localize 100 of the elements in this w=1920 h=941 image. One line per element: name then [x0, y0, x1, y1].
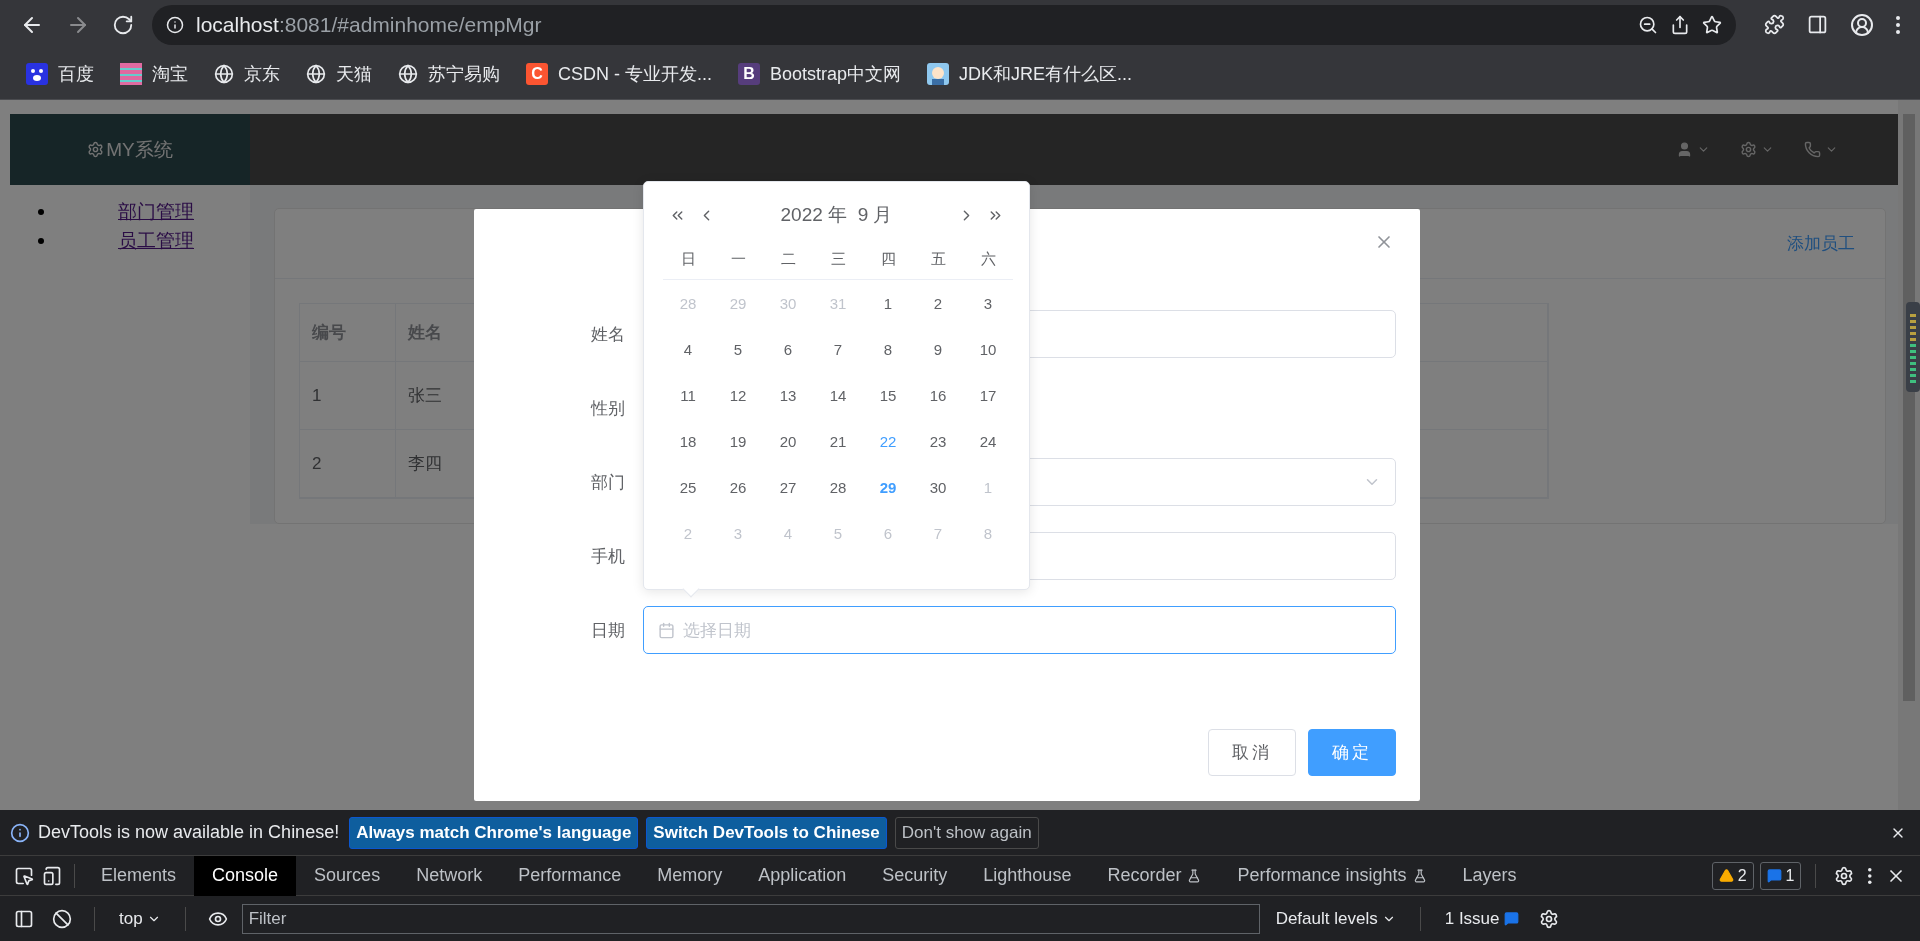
- bookmark-logo-icon: B: [738, 63, 760, 85]
- menu-icon: [1896, 15, 1900, 34]
- notice-button[interactable]: Switch DevTools to Chinese: [646, 816, 887, 849]
- month-title: 2022 年 9 月: [779, 203, 894, 227]
- placeholder-text: 选择日期: [683, 619, 751, 642]
- table-cell: 1: [300, 362, 396, 429]
- weekday-label: 日: [663, 234, 713, 280]
- devtools-tab[interactable]: Memory: [639, 855, 741, 896]
- bullet-dot: [38, 209, 44, 215]
- sidebar-link[interactable]: 员工管理: [118, 228, 194, 254]
- form-label: 日期: [590, 619, 626, 642]
- app-logo[interactable]: MY系统: [10, 114, 250, 185]
- messages-badge[interactable]: 1: [1759, 861, 1802, 890]
- gear-icon: [1740, 141, 1757, 158]
- context-dropdown[interactable]: top: [113, 907, 167, 930]
- info-icon: [166, 15, 184, 34]
- calendar-day[interactable]: 15: [863, 372, 913, 418]
- form-label: 部门: [590, 471, 626, 494]
- sidebar-icon: [14, 908, 34, 929]
- user-icon: [1850, 12, 1874, 37]
- placeholder-text: Filter: [248, 908, 287, 929]
- phone-menu-button[interactable]: [1804, 141, 1838, 158]
- filter-field[interactable]: Filter: [241, 903, 1260, 934]
- devtools-tab[interactable]: Recorder: [1089, 855, 1220, 896]
- devtools-tab[interactable]: Lighthouse: [965, 855, 1090, 896]
- notice-text: DevTools is now available in Chinese!: [38, 822, 340, 843]
- globe-icon: [214, 64, 234, 84]
- devtools-tab[interactable]: Layers: [1444, 855, 1535, 896]
- bookmark-link[interactable]: 淘宝: [110, 58, 198, 90]
- weekday-label: 三: [813, 234, 863, 280]
- user-icon: [1676, 141, 1693, 158]
- issues-button[interactable]: 1 Issue: [1438, 907, 1525, 930]
- flask-icon: [1412, 868, 1427, 883]
- message-icon: [1503, 911, 1519, 926]
- settings-icon: [1834, 865, 1855, 886]
- bookmark-link[interactable]: C CSDN - 专业开发...: [516, 58, 722, 90]
- levels-dropdown[interactable]: Default levels: [1269, 907, 1402, 930]
- cancel-button[interactable]: 取消: [1208, 729, 1296, 776]
- block-icon: [52, 908, 72, 929]
- calendar-day[interactable]: 11: [663, 372, 713, 418]
- weekday-label: 四: [863, 234, 913, 280]
- puzzle-icon: [1764, 14, 1785, 35]
- form-label: 姓名: [590, 323, 626, 346]
- pattern-logo-icon: [120, 63, 142, 85]
- globe-icon: [398, 64, 418, 84]
- devtools-tab[interactable]: Network: [398, 855, 501, 896]
- globe-icon: [306, 64, 326, 84]
- scrollbar[interactable]: [1898, 100, 1920, 810]
- notice-button[interactable]: Always match Chrome's language: [349, 816, 639, 849]
- devtools-tab[interactable]: Elements: [83, 855, 195, 896]
- weekday-label: 二: [763, 234, 813, 280]
- calendar-day[interactable]: 16: [913, 372, 963, 418]
- calendar-day[interactable]: 12: [713, 372, 763, 418]
- calendar-day[interactable]: 17: [963, 372, 1013, 418]
- devtools-tab[interactable]: Performance: [500, 855, 640, 896]
- calendar-day[interactable]: 13: [763, 372, 813, 418]
- settings-menu-button[interactable]: [1740, 141, 1774, 158]
- devtools-tab[interactable]: Application: [740, 855, 865, 896]
- settings-icon: [1538, 908, 1559, 929]
- sidebar-link[interactable]: 部门管理: [118, 199, 194, 225]
- cartoon-avatar-icon: [927, 63, 950, 85]
- zoom-out-icon[interactable]: [1638, 14, 1658, 35]
- info-icon: [10, 822, 30, 843]
- devices-icon: [42, 865, 62, 886]
- bookmark-link[interactable]: 京东: [204, 58, 290, 90]
- bullet-dot: [38, 238, 44, 244]
- logo-text: MY系统: [106, 137, 173, 162]
- bookmark-link[interactable]: 苏宁易购: [388, 58, 510, 90]
- devtools-tab[interactable]: Sources: [296, 855, 399, 896]
- paw-logo-icon: [26, 63, 48, 85]
- menu-icon: [1868, 867, 1872, 884]
- user-menu-button[interactable]: [1676, 141, 1710, 158]
- bookmark-link[interactable]: 天猫: [296, 58, 382, 90]
- calendar-day[interactable]: 14: [813, 372, 863, 418]
- weekday-label: 六: [963, 234, 1013, 280]
- warning-icon: [1718, 868, 1734, 883]
- bookmark-link[interactable]: 百度: [16, 58, 104, 90]
- reload-icon: [112, 13, 134, 36]
- bookmark-logo-icon: C: [526, 63, 548, 85]
- devtools-tab[interactable]: Security: [864, 855, 966, 896]
- devtools-tab[interactable]: Console: [194, 855, 297, 896]
- form-label: 手机: [590, 545, 626, 568]
- phone-icon: [1804, 141, 1821, 158]
- share-icon[interactable]: [1670, 14, 1690, 35]
- message-icon: [1766, 868, 1782, 883]
- weekday-label: 五: [913, 234, 963, 280]
- side-panel-icon: [1807, 14, 1828, 35]
- cursor-in-square-icon: [14, 865, 34, 886]
- address-bar[interactable]: localhost:8081/#adminhome/empMgr: [152, 4, 1736, 45]
- notice-button[interactable]: Don't show again: [894, 816, 1039, 849]
- star-icon[interactable]: [1702, 14, 1722, 35]
- weekday-label: 一: [713, 234, 763, 280]
- gear-icon: [87, 141, 105, 158]
- table-cell: 2: [300, 430, 396, 497]
- bookmark-link[interactable]: JDK和JRE有什么区...: [917, 58, 1143, 90]
- warnings-badge[interactable]: 2: [1711, 861, 1754, 890]
- bookmark-link[interactable]: B Bootstrap中文网: [728, 58, 912, 90]
- devtools-tab[interactable]: Performance insights: [1219, 855, 1445, 896]
- calendar-icon: [658, 621, 675, 639]
- url-text: localhost:8081/#adminhome/empMgr: [196, 12, 543, 37]
